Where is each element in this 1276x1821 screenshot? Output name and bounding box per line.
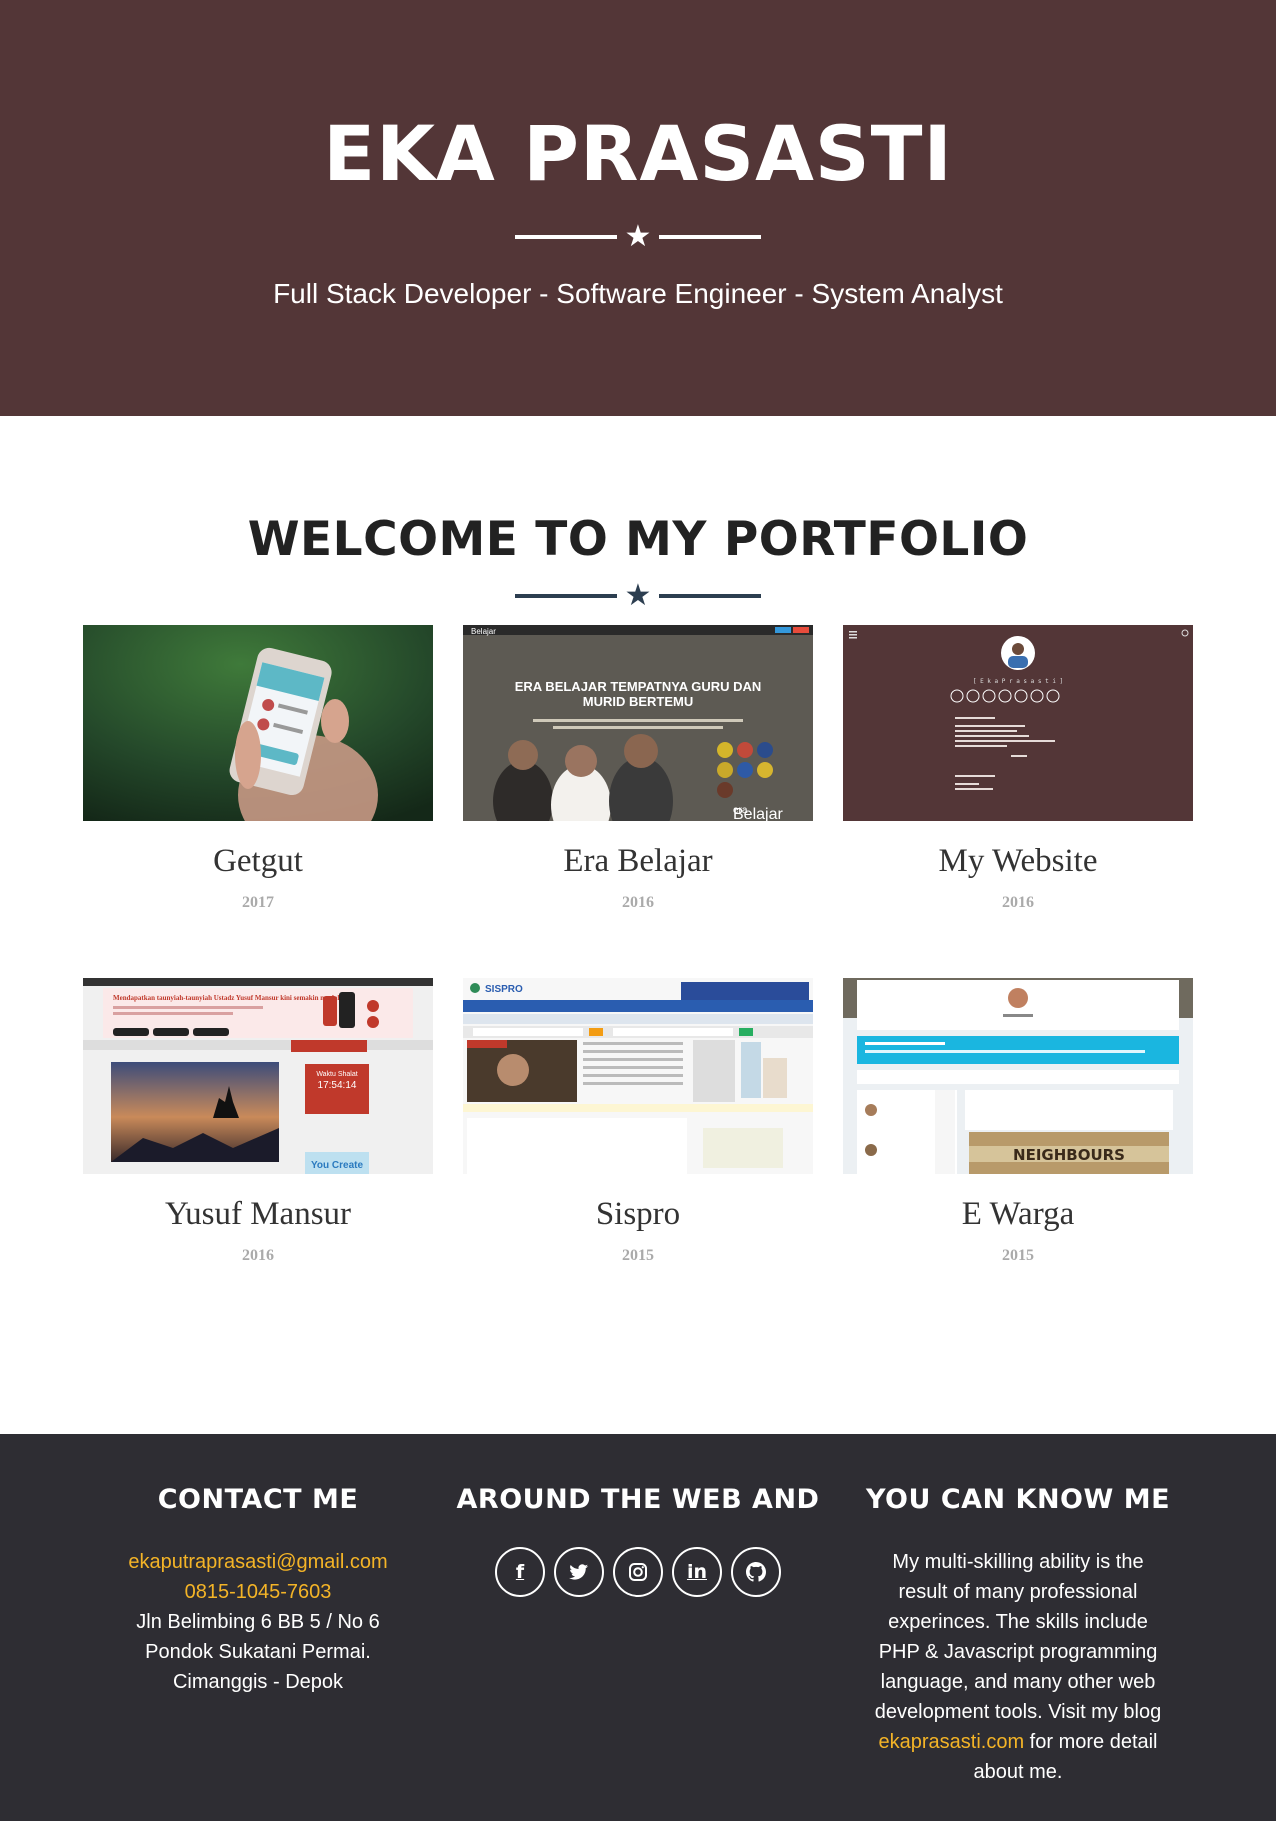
project-name[interactable]: Getgut [83,843,433,880]
era-belajar-thumbnail[interactable]: Belajar ERA BELAJAR TEMPATNYA GURU DAN M… [463,625,813,821]
project-year: 2016 [1002,894,1034,911]
social-title: AROUND THE WEB AND [456,1484,820,1515]
project-year: 2015 [1002,1247,1034,1264]
portfolio-section: WELCOME TO MY PORTFOLIO ★ Getgut 2017 Be… [0,416,1276,1434]
portfolio-item-era-belajar[interactable]: Belajar ERA BELAJAR TEMPATNYA GURU DAN M… [463,625,813,978]
star-icon: ★ [624,219,652,254]
my-website-thumbnail[interactable]: [ E k a P r a s a s t i ] [843,625,1193,821]
star-divider: ★ [0,581,1276,611]
site-footer: CONTACT ME ekaputraprasasti@gmail.com 08… [0,1434,1276,1821]
portfolio-item-yusuf-mansur[interactable]: Mendapatkan taunyiah-taunyiah Ustadz Yus… [83,978,433,1331]
thumb-label: You Create [311,1160,363,1171]
github-icon[interactable] [731,1547,781,1597]
portfolio-item-getgut[interactable]: Getgut 2017 [83,625,433,978]
thumb-headline: Mendapatkan taunyiah-taunyiah Ustadz Yus… [113,994,341,1002]
thumb-logo: SISPRO [485,984,523,995]
address-text: Jln Belimbing 6 BB 5 / No 6 Pondok Sukat… [136,1611,380,1693]
about-text: My multi-skilling ability is the result … [828,1547,1208,1787]
portfolio-item-e-warga[interactable]: NEIGHBOURS E Warga 2015 [843,978,1193,1331]
hero-header: EKA PRASASTI ★ Full Stack Developer - So… [0,0,1276,416]
yusuf-mansur-thumbnail[interactable]: Mendapatkan taunyiah-taunyiah Ustadz Yus… [83,978,433,1174]
sispro-thumbnail[interactable]: SISPRO [463,978,813,1174]
divider-line [659,594,762,598]
project-name[interactable]: E Warga [843,1196,1193,1233]
project-name[interactable]: Era Belajar [463,843,813,880]
project-year: 2016 [622,894,654,911]
divider-line [514,235,617,239]
thumb-label: Waktu Shalat [316,1071,357,1078]
thumb-label: NEIGHBOURS [1013,1146,1125,1164]
project-name[interactable]: Sispro [463,1196,813,1233]
linkedin-icon[interactable]: in [672,1547,722,1597]
project-year: 2017 [242,894,274,911]
twitter-icon[interactable] [554,1547,604,1597]
phone-link[interactable]: 0815-1045-7603 [185,1581,332,1603]
instagram-icon[interactable] [613,1547,663,1597]
contact-title: CONTACT ME [157,1484,359,1515]
portfolio-item-my-website[interactable]: [ E k a P r a s a s t i ] My Website 201… [843,625,1193,978]
skills-subtitle: Full Stack Developer - Software Engineer… [273,278,1003,309]
e-warga-thumbnail[interactable]: NEIGHBOURS [843,978,1193,1174]
blog-link[interactable]: ekaprasasti.com [878,1731,1024,1753]
project-name[interactable]: Yusuf Mansur [83,1196,433,1233]
thumb-headline: ERA BELAJAR TEMPATNYA GURU DAN [515,679,762,694]
star-divider: ★ [0,222,1276,252]
project-year: 2016 [242,1247,274,1264]
footer-about: YOU CAN KNOW ME My multi-skilling abilit… [828,1484,1208,1821]
portfolio-grid: Getgut 2017 Belajar ERA BELAJAR TEMPATNY… [0,625,1276,1331]
getgut-thumbnail[interactable] [83,625,433,821]
project-year: 2015 [622,1247,654,1264]
divider-line [514,594,617,598]
divider-line [659,235,762,239]
site-title: EKA PRASASTI [323,109,953,198]
email-link[interactable]: ekaputraprasasti@gmail.com [128,1551,387,1573]
thumb-logo: Belajar [733,806,783,821]
portfolio-item-sispro[interactable]: SISPRO Sispro 2015 [463,978,813,1331]
thumb-headline: [ E k a P r a s a s t i ] [973,678,1063,685]
facebook-icon[interactable]: f [495,1547,545,1597]
thumb-logo: Belajar [471,627,496,636]
footer-contact: CONTACT ME ekaputraprasasti@gmail.com 08… [68,1484,448,1821]
social-links: f in [448,1547,828,1597]
thumb-headline: MURID BERTEMU [583,694,694,709]
about-title: YOU CAN KNOW ME [865,1484,1171,1515]
project-name[interactable]: My Website [843,843,1193,880]
thumb-clock: 17:54:14 [318,1080,357,1091]
about-text-before: My multi-skilling ability is the result … [874,1551,1162,1723]
star-icon: ★ [624,578,652,613]
footer-social: AROUND THE WEB AND f in [448,1484,828,1821]
portfolio-title: WELCOME TO MY PORTFOLIO [247,512,1029,567]
